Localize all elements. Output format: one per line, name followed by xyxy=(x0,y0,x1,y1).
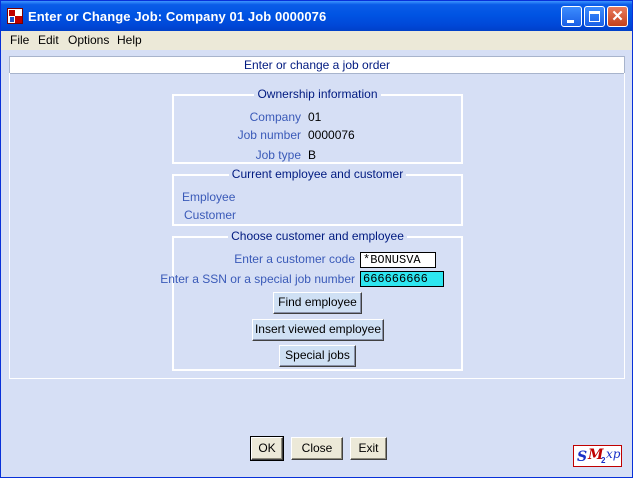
job-type-value: B xyxy=(308,148,317,162)
find-employee-button[interactable]: Find employee xyxy=(273,292,362,314)
menu-bar: File Edit Options Help xyxy=(1,31,632,50)
customer-code-input[interactable]: *BONUSVA xyxy=(360,252,436,268)
close-button[interactable]: ✕ xyxy=(607,6,628,27)
ssn-label: Enter a SSN or a special job number xyxy=(160,272,355,286)
maximize-button[interactable] xyxy=(584,6,605,27)
job-number-value: 0000076 xyxy=(308,128,355,142)
maximize-icon xyxy=(589,11,600,22)
ssn-input[interactable]: 666666666 xyxy=(360,271,444,287)
menu-options[interactable]: Options xyxy=(68,33,109,47)
job-number-label: Job number xyxy=(237,128,301,142)
company-label: Company xyxy=(249,110,301,124)
ownership-group-title: Ownership information xyxy=(254,87,381,101)
company-value: 01 xyxy=(308,110,322,124)
employee-label: Employee xyxy=(182,190,236,204)
close-dialog-button[interactable]: Close xyxy=(291,437,343,460)
window-title: Enter or Change Job: Company 01 Job 0000… xyxy=(28,9,327,24)
menu-file[interactable]: File xyxy=(10,33,29,47)
job-type-label: Job type xyxy=(255,148,301,162)
title-bar[interactable]: Enter or Change Job: Company 01 Job 0000… xyxy=(1,1,632,31)
minimize-button[interactable] xyxy=(561,6,582,27)
ok-button[interactable]: OK xyxy=(250,436,284,461)
customer-label: Customer xyxy=(184,208,237,222)
current-group: Current employee and customer Employee C… xyxy=(172,167,463,226)
insert-viewed-employee-button[interactable]: Insert viewed employee xyxy=(252,319,384,341)
customer-code-label: Enter a customer code xyxy=(234,252,355,266)
minimize-icon xyxy=(567,20,574,23)
page-subtitle: Enter or change a job order xyxy=(9,56,625,74)
menu-edit[interactable]: Edit xyxy=(38,33,59,47)
ownership-group: Ownership information Company 01 Job num… xyxy=(172,87,463,164)
smxp-logo: S M 2 xp xyxy=(573,445,622,467)
menu-help[interactable]: Help xyxy=(117,33,142,47)
exit-button[interactable]: Exit xyxy=(350,437,387,460)
main-window: Enter or Change Job: Company 01 Job 0000… xyxy=(0,0,633,478)
app-icon[interactable] xyxy=(7,8,23,24)
close-icon: ✕ xyxy=(611,8,624,25)
special-jobs-button[interactable]: Special jobs xyxy=(279,345,356,367)
current-group-title: Current employee and customer xyxy=(228,167,407,181)
choose-group: Choose customer and employee Enter a cus… xyxy=(160,229,463,371)
choose-group-title: Choose customer and employee xyxy=(228,229,407,243)
